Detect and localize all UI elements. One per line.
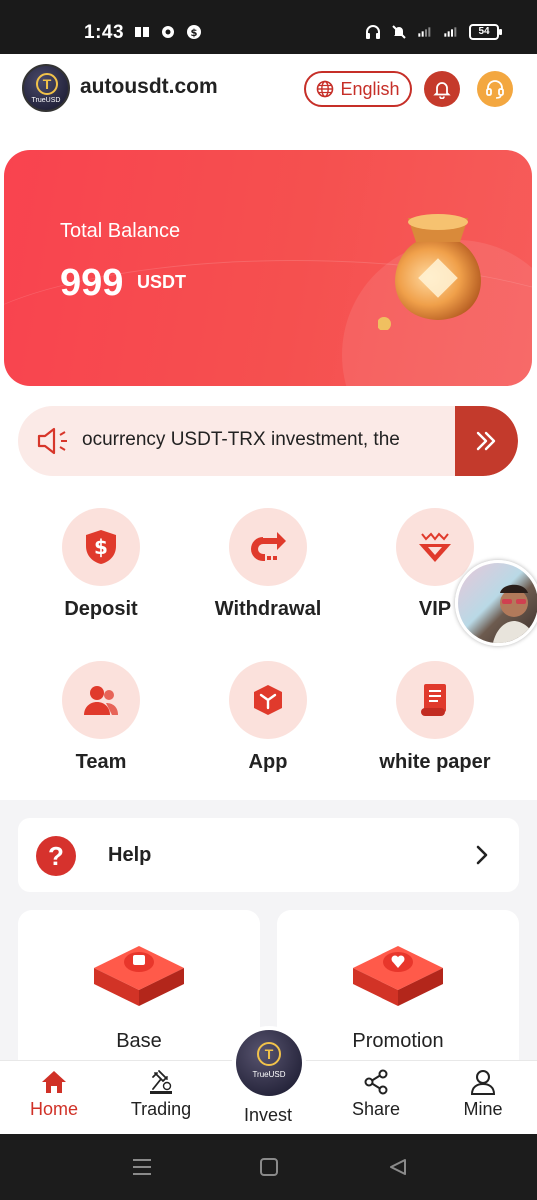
user-profile-icon xyxy=(470,1070,496,1095)
base-box-icon xyxy=(94,946,184,1006)
tab-label: Mine xyxy=(463,1099,503,1119)
home-system-icon[interactable] xyxy=(259,1158,279,1176)
announcement-more-button[interactable] xyxy=(455,406,518,476)
quick-action-label: Withdrawal xyxy=(214,598,322,620)
bell-icon xyxy=(433,82,451,99)
quick-action-app[interactable]: App xyxy=(193,661,343,774)
notification-button[interactable] xyxy=(424,71,460,107)
customer-service-button[interactable] xyxy=(477,71,513,107)
withdrawal-icon-circle xyxy=(229,508,307,586)
document-scroll-icon xyxy=(421,684,446,716)
headset-icon xyxy=(486,80,504,99)
chevron-right-icon xyxy=(476,845,488,865)
announcement-text: ocurrency USDT-TRX investment, the xyxy=(82,429,400,450)
tab-home[interactable]: Home xyxy=(4,1069,104,1120)
signal-icon xyxy=(444,27,457,37)
balance-unit: USDT xyxy=(137,272,186,292)
logo-text: TrueUSD xyxy=(31,97,61,104)
team-people-icon xyxy=(84,686,118,715)
help-label: Help xyxy=(108,844,152,866)
status-icons-right: 54 xyxy=(365,24,502,40)
battery-indicator: 54 xyxy=(469,24,502,40)
app-icon-circle xyxy=(229,661,307,739)
globe-icon xyxy=(317,80,334,98)
floating-chat-avatar[interactable] xyxy=(455,560,537,646)
tab-label: Trading xyxy=(130,1099,192,1119)
status-icons-left: $ xyxy=(134,24,202,40)
invest-logo-text: TrueUSD xyxy=(252,1070,286,1079)
money-bag-icon xyxy=(378,214,481,330)
language-label: English xyxy=(340,78,400,99)
home-icon xyxy=(42,1071,66,1093)
recent-apps-icon[interactable] xyxy=(131,1158,153,1176)
tab-trading[interactable]: Trading xyxy=(111,1069,211,1120)
help-row[interactable]: ? Help xyxy=(18,818,519,892)
top-header: T TrueUSD autousdt.com English xyxy=(0,54,537,126)
status-time: 1:43 xyxy=(84,22,125,43)
site-name: autousdt.com xyxy=(80,75,218,98)
dollar-shield-icon: $ xyxy=(86,530,116,564)
app-box-icon xyxy=(254,685,282,715)
quick-action-label: white paper xyxy=(379,751,491,773)
settings-icon xyxy=(162,26,174,38)
promotion-box-icon xyxy=(353,946,443,1006)
quick-action-label: Deposit xyxy=(64,598,138,620)
withdraw-arrow-icon xyxy=(251,532,286,561)
language-button[interactable]: English xyxy=(304,71,412,107)
tile-label: Base xyxy=(116,1030,162,1052)
dollar-circle-icon: $ xyxy=(187,25,201,39)
tab-mine[interactable]: Mine xyxy=(433,1069,533,1120)
tile-label: Promotion xyxy=(352,1030,444,1052)
tab-share[interactable]: Share xyxy=(326,1069,426,1120)
logo-coin-mark: T xyxy=(36,73,58,95)
deposit-icon-circle: $ xyxy=(62,508,140,586)
speaker-icon xyxy=(37,427,67,455)
team-icon-circle xyxy=(62,661,140,739)
invest-center-button[interactable]: T TrueUSD xyxy=(232,1026,306,1100)
quick-action-team[interactable]: Team xyxy=(26,661,176,774)
quick-action-label: App xyxy=(248,751,288,773)
quick-action-deposit[interactable]: $ Deposit xyxy=(26,508,176,621)
quick-action-withdrawal[interactable]: Withdrawal xyxy=(193,508,343,621)
tab-label: Invest xyxy=(243,1105,293,1125)
brand-logo[interactable]: T TrueUSD xyxy=(22,64,70,112)
white-paper-icon-circle xyxy=(396,661,474,739)
quick-action-label: Team xyxy=(75,751,127,773)
svg-text:$: $ xyxy=(191,28,198,39)
mute-bell-icon xyxy=(392,25,406,39)
vip-crown-icon xyxy=(419,532,451,562)
share-icon xyxy=(364,1069,388,1095)
vip-icon-circle xyxy=(396,508,474,586)
invest-coin-mark: T xyxy=(257,1042,281,1066)
announcement-bar[interactable]: ocurrency USDT-TRX investment, the xyxy=(18,406,518,476)
app-screen: T TrueUSD autousdt.com English Total Bal… xyxy=(0,54,537,1134)
signal-4g-icon xyxy=(418,27,431,37)
book-icon xyxy=(135,27,149,37)
quick-action-white-paper[interactable]: white paper xyxy=(360,661,510,774)
invest-logo: T TrueUSD xyxy=(236,1030,302,1096)
trading-auction-icon xyxy=(150,1070,172,1094)
svg-text:$: $ xyxy=(94,535,108,559)
balance-amount: 999 xyxy=(60,262,124,304)
person-photo xyxy=(493,584,537,643)
back-icon[interactable] xyxy=(388,1158,408,1176)
balance-card: Total Balance 999 USDT xyxy=(4,150,532,386)
tab-label: Home xyxy=(29,1099,78,1119)
tab-label: Share xyxy=(351,1099,401,1119)
tab-invest[interactable]: Invest xyxy=(218,1105,318,1126)
balance-label: Total Balance xyxy=(60,220,181,242)
question-icon: ? xyxy=(36,836,76,876)
status-bar: 1:43 $ 54 xyxy=(0,0,537,54)
system-navigation-bar xyxy=(0,1134,537,1200)
double-chevron-right-icon xyxy=(476,431,495,451)
headphones-icon xyxy=(366,25,380,39)
